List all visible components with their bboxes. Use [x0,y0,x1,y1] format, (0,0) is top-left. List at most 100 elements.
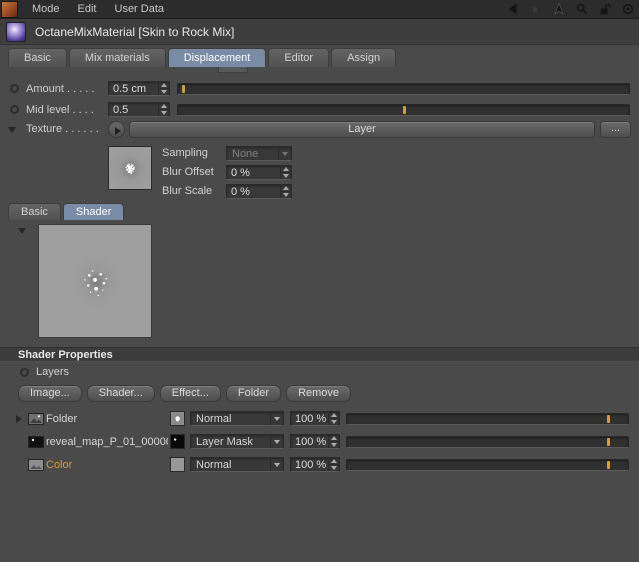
tab-basic[interactable]: Basic [8,48,67,67]
texture-expander-icon[interactable] [8,127,16,133]
back-icon[interactable] [504,1,521,17]
layer-name[interactable]: reveal_map_P_01_00000 [46,432,168,452]
layer-row-folder[interactable]: Folder Normal 100 % [0,409,639,429]
layer-row-reveal-map[interactable]: reveal_map_P_01_00000 Layer Mask 100 % [0,432,639,452]
tab-displacement[interactable]: Displacement [167,48,267,67]
tab-assign[interactable]: Assign [331,48,397,67]
tab-overflow-stub [218,67,248,73]
opacity-slider[interactable] [346,459,629,471]
layer-actions: Image... Shader... Effect... Folder Remo… [18,385,352,402]
blur-offset-stepper[interactable] [280,166,291,179]
mid-level-field[interactable]: 0.5 [108,102,170,117]
shader-properties-header: Shader Properties [0,347,639,362]
mid-level-stepper[interactable] [158,103,169,116]
mid-level-slider[interactable] [177,104,630,116]
opacity-value: 100 % [295,435,327,448]
preview-expander-icon[interactable] [18,228,26,234]
sampling-label: Sampling [162,147,208,159]
search-icon[interactable] [573,1,590,17]
menu-user-data[interactable]: User Data [106,0,174,19]
chevron-down-icon [270,435,283,448]
blend-mode-value: Layer Mask [196,435,253,448]
blur-offset-label: Blur Offset [162,166,214,178]
subtab-shader[interactable]: Shader [62,203,125,220]
layer-thumbnail[interactable] [170,434,185,449]
amount-slider[interactable] [177,83,630,95]
blend-mode-value: Normal [196,458,232,471]
image-button[interactable]: Image... [18,385,82,402]
chevron-down-icon [278,147,291,160]
remove-button[interactable]: Remove [286,385,352,402]
blend-mode-dropdown[interactable]: Normal [190,457,284,472]
attribute-manager-window: Mode Edit User Data OctaneMixMaterial [S… [0,0,639,562]
amount-stepper[interactable] [158,82,169,95]
opacity-slider-handle[interactable] [607,415,611,423]
blur-scale-label: Blur Scale [162,185,213,197]
lock-icon[interactable] [596,1,613,17]
layer-type-icon [28,459,44,474]
blend-mode-dropdown[interactable]: Normal [190,411,284,426]
menu-edit[interactable]: Edit [69,0,106,19]
shader-button[interactable]: Shader... [86,385,155,402]
blur-offset-field[interactable]: 0 % [226,165,292,180]
layer-thumbnail[interactable] [170,411,185,426]
page-title: OctaneMixMaterial [Skin to Rock Mix] [35,24,235,39]
mid-level-slider-handle[interactable] [402,106,406,114]
chevron-down-icon [270,458,283,471]
layer-row-color[interactable]: Color Normal 100 % [0,455,639,475]
opacity-value: 100 % [295,458,327,471]
texture-label: Texture . . . . . . [26,123,99,135]
opacity-field[interactable]: 100 % [290,434,340,449]
menubar: Mode Edit User Data [0,0,639,19]
opacity-slider[interactable] [346,436,629,448]
manager-mode-icon[interactable] [1,0,18,18]
sampling-dropdown[interactable]: None [226,146,292,161]
effect-button[interactable]: Effect... [159,385,221,402]
blur-scale-field[interactable]: 0 % [226,184,292,199]
texture-shader-button[interactable]: Layer [129,121,595,138]
amount-slider-handle[interactable] [182,85,186,93]
opacity-slider[interactable] [346,413,629,425]
mid-level-label: Mid level . . . . [26,104,94,116]
layer-type-icon [28,413,44,428]
texture-open-shader-button[interactable] [108,121,125,138]
layer-name[interactable]: Folder [46,409,168,429]
chevron-down-icon [270,412,283,425]
subtab-basic[interactable]: Basic [8,203,61,220]
opacity-stepper[interactable] [328,458,339,471]
blend-mode-value: Normal [196,412,232,425]
folder-expander-icon[interactable] [16,415,22,423]
amount-value: 0.5 cm [113,82,147,95]
amount-key-dot[interactable] [10,84,19,93]
tab-editor[interactable]: Editor [268,48,330,67]
layers-key-dot[interactable] [20,368,29,377]
opacity-value: 100 % [295,412,327,425]
opacity-slider-handle[interactable] [607,438,611,446]
blur-scale-stepper[interactable] [280,185,291,198]
material-preview-icon [6,21,26,42]
layer-thumbnail[interactable] [170,457,185,472]
opacity-field[interactable]: 100 % [290,411,340,426]
opacity-stepper[interactable] [328,412,339,425]
folder-button[interactable]: Folder [225,385,282,402]
layer-name[interactable]: Color [46,455,168,475]
texture-thumbnail[interactable] [108,146,152,190]
main-tabbar: Basic Mix materials Displacement Editor … [8,48,397,67]
target-icon[interactable] [619,1,636,17]
cursor-icon[interactable] [550,1,567,17]
blur-offset-value: 0 % [231,166,250,179]
opacity-field[interactable]: 100 % [290,457,340,472]
amount-field[interactable]: 0.5 cm [108,81,170,96]
menu-mode[interactable]: Mode [23,0,69,19]
texture-browse-button[interactable]: ... [600,121,631,138]
blend-mode-dropdown[interactable]: Layer Mask [190,434,284,449]
tab-mix-materials[interactable]: Mix materials [68,48,166,67]
opacity-slider-handle[interactable] [607,461,611,469]
layers-label: Layers [36,366,70,378]
shader-subtabbar: Basic Shader [8,203,125,220]
forward-icon[interactable] [527,1,544,17]
blur-scale-value: 0 % [231,185,250,198]
titlebar: OctaneMixMaterial [Skin to Rock Mix] [0,19,639,45]
opacity-stepper[interactable] [328,435,339,448]
mid-level-key-dot[interactable] [10,105,19,114]
